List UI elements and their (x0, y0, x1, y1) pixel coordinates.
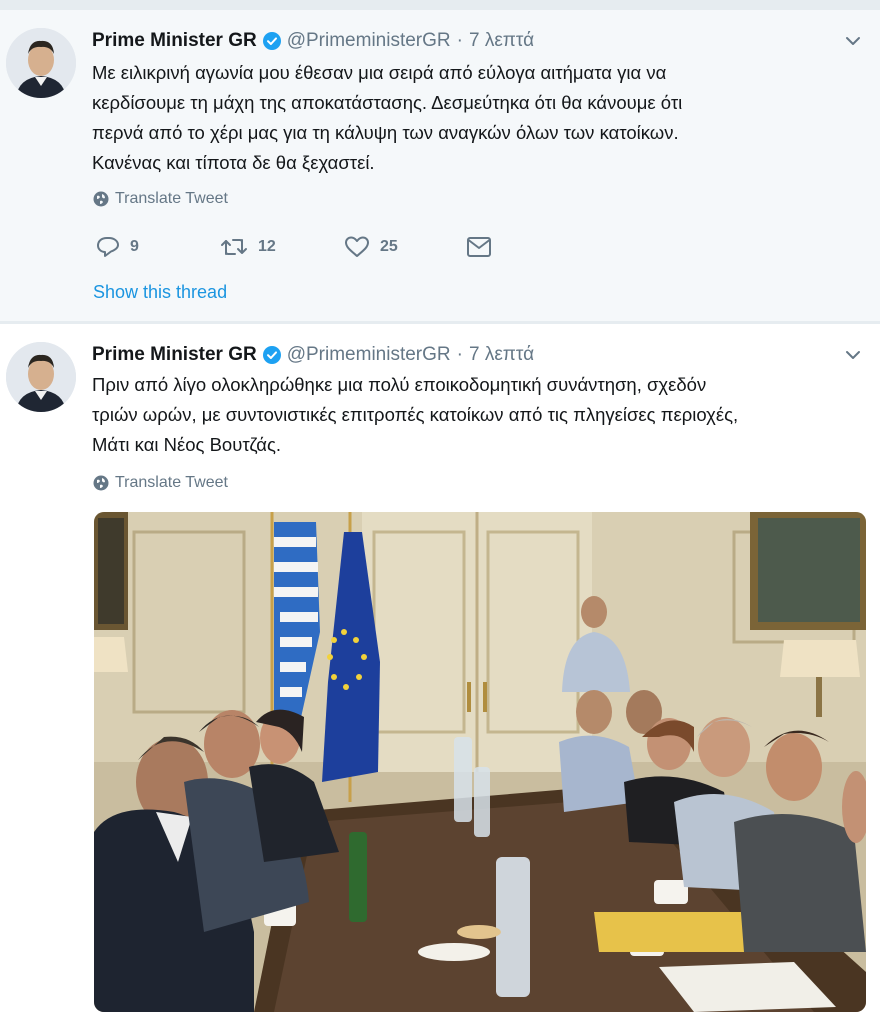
reply-button[interactable]: 9 (96, 236, 220, 258)
author-name[interactable]: Prime Minister GR (92, 30, 257, 52)
author-name[interactable]: Prime Minister GR (92, 344, 257, 366)
direct-message-button[interactable] (466, 236, 492, 258)
timestamp[interactable]: 7 λεπτά (469, 30, 534, 52)
author-handle[interactable]: @PrimeministerGR (287, 30, 451, 52)
translate-label: Translate Tweet (115, 190, 228, 207)
tweet-text-line: Με ειλικρινή αγωνία μου έθεσαν μια σειρά… (92, 62, 667, 83)
heart-icon (345, 236, 369, 257)
separator: · (456, 30, 463, 51)
author-handle[interactable]: @PrimeministerGR (287, 344, 451, 366)
avatar[interactable] (6, 342, 76, 412)
tweet-text-line: τριών ωρών, με συντονιστικές επιτροπές κ… (92, 404, 739, 425)
like-button[interactable]: 25 (344, 236, 466, 258)
reply-count: 9 (130, 238, 139, 255)
separator: · (456, 344, 463, 365)
translate-label: Translate Tweet (115, 474, 228, 491)
tweet-header: Prime Minister GR @PrimeministerGR · 7 λ… (92, 28, 860, 54)
tweet-text-line: κερδίσουμε τη μάχη της αποκατάστασης. Δε… (92, 92, 683, 113)
globe-icon (93, 475, 109, 491)
tweet-text: Πριν από λίγο ολοκληρώθηκε μια πολύ εποι… (92, 370, 866, 460)
like-count: 25 (380, 238, 398, 255)
tweet-text-line: περνά από το χέρι μας για τη κάλυψη των … (92, 122, 679, 143)
retweet-icon (221, 239, 247, 255)
translate-tweet-button[interactable]: Translate Tweet (93, 474, 228, 492)
chevron-down-icon[interactable] (844, 32, 862, 50)
verified-badge-icon (262, 32, 281, 50)
retweet-count: 12 (258, 238, 276, 255)
avatar[interactable] (6, 28, 76, 98)
chevron-down-icon[interactable] (844, 346, 862, 364)
tweet-header: Prime Minister GR @PrimeministerGR · 7 λ… (92, 342, 860, 368)
tweet[interactable]: Prime Minister GR @PrimeministerGR · 7 λ… (0, 324, 880, 1020)
retweet-button[interactable]: 12 (220, 236, 344, 258)
timestamp[interactable]: 7 λεπτά (469, 344, 534, 366)
tweet-text-line: Κανένας και τίποτα δε θα ξεχαστεί. (92, 152, 375, 173)
reply-icon (97, 237, 119, 257)
tweet-text: Με ειλικρινή αγωνία μου έθεσαν μια σειρά… (92, 58, 866, 178)
envelope-icon (467, 237, 491, 257)
tweet-photo[interactable] (94, 512, 866, 1012)
show-thread-link[interactable]: Show this thread (93, 282, 227, 303)
tweet-text-line: Πριν από λίγο ολοκληρώθηκε μια πολύ εποι… (92, 374, 707, 395)
globe-icon (93, 191, 109, 207)
translate-tweet-button[interactable]: Translate Tweet (93, 190, 228, 208)
tweet-actions: 9 12 25 (96, 232, 492, 262)
verified-badge-icon (262, 346, 281, 364)
tweet-text-line: Μάτι και Νέος Βουτζάς. (92, 434, 282, 455)
tweet[interactable]: Prime Minister GR @PrimeministerGR · 7 λ… (0, 10, 880, 322)
